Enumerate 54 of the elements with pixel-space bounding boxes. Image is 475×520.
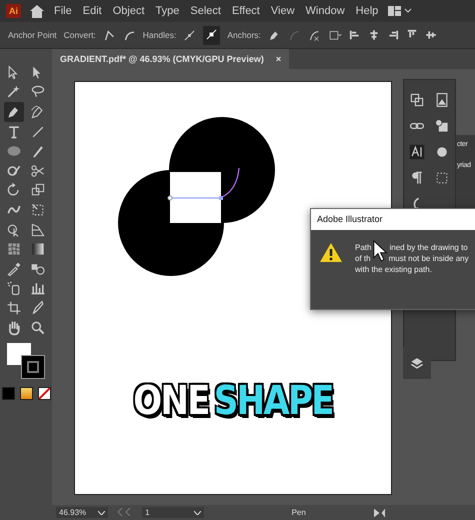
warning-icon: [319, 242, 343, 263]
symbol-icon[interactable]: [434, 118, 450, 134]
gradient-swatch[interactable]: [20, 387, 32, 400]
align-center-icon[interactable]: [368, 29, 380, 41]
handle-icon[interactable]: [183, 28, 196, 42]
caret-icon[interactable]: [194, 510, 201, 514]
pen-icon[interactable]: [4, 102, 24, 122]
align-middle-icon[interactable]: [424, 29, 437, 41]
app-logo: Ai: [6, 4, 21, 18]
menu-item[interactable]: View: [270, 3, 296, 19]
close-icon[interactable]: ×: [276, 54, 282, 64]
control-title: Anchor Point: [8, 30, 57, 40]
dialog-message: of th must not be inside any: [355, 253, 469, 264]
document-tab[interactable]: GRADIENT.pdf* @ 46.93% (CMYK/GPU Preview) ×: [52, 49, 290, 69]
align-left-icon[interactable]: [348, 29, 361, 41]
dialog-message: Path ined by the drawing to: [355, 242, 469, 253]
play-icon[interactable]: [374, 508, 386, 516]
layers-button[interactable]: [403, 347, 431, 379]
anchors-label: Anchors:: [227, 30, 261, 40]
menu-item[interactable]: Window: [304, 3, 346, 19]
home-icon[interactable]: [30, 4, 44, 18]
menu-item[interactable]: Effect: [230, 3, 261, 19]
current-tool: Pen: [292, 508, 306, 517]
cursor-icon: [373, 238, 388, 264]
cut-path-icon[interactable]: [308, 28, 321, 42]
fill-stroke-drawing[interactable]: [4, 341, 48, 382]
handle-button[interactable]: [203, 26, 220, 44]
character-icon[interactable]: [408, 144, 425, 160]
menu-item[interactable]: Type: [154, 3, 180, 19]
convert-label: Convert:: [64, 30, 96, 40]
handles-label: Handles:: [142, 30, 176, 40]
corner-point-icon[interactable]: [102, 28, 116, 42]
smooth-point-icon[interactable]: [122, 28, 136, 42]
menu-item[interactable]: Edit: [82, 3, 103, 19]
image-icon[interactable]: [434, 92, 450, 108]
align-right-icon[interactable]: [386, 29, 399, 41]
layers-stack-icon[interactable]: [408, 92, 425, 108]
menu-item[interactable]: Help: [354, 3, 380, 19]
page-field[interactable]: 1: [142, 507, 204, 518]
menu-item[interactable]: Object: [112, 3, 146, 19]
caption-word: ONE: [133, 378, 209, 424]
dialog-message: with the existing path.: [355, 264, 433, 275]
zoom-field[interactable]: 46.93%: [56, 507, 108, 518]
menu-item[interactable]: Select: [189, 3, 222, 19]
transform-icon[interactable]: [328, 28, 342, 42]
layers-icon[interactable]: [410, 356, 424, 370]
square-shape: [170, 172, 221, 223]
caption-word: SHAPE: [214, 378, 333, 424]
none-swatch[interactable]: [38, 387, 50, 400]
workspace-icon[interactable]: [388, 6, 412, 16]
dialog-title: Adobe Illustrator: [311, 209, 475, 230]
menu-item[interactable]: File: [53, 3, 73, 19]
color-swatch[interactable]: [2, 387, 14, 400]
caret-icon[interactable]: [98, 510, 106, 514]
